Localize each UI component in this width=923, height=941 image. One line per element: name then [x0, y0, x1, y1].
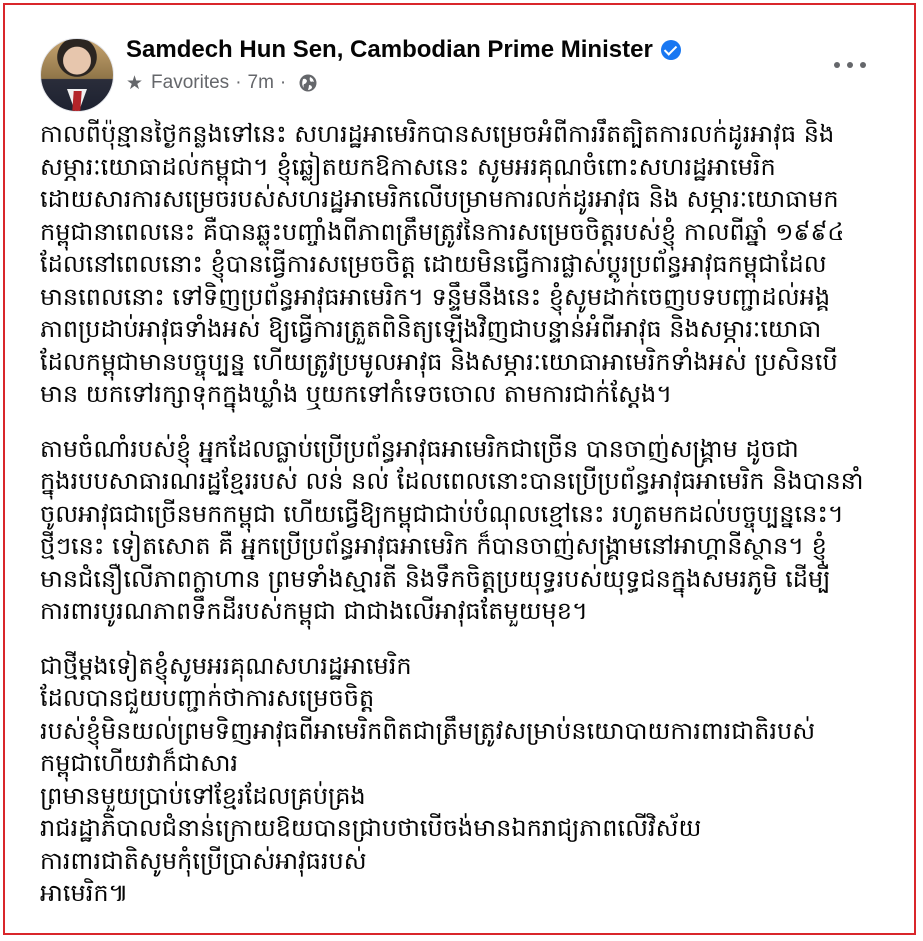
post-text-line: ភាពប្រដាប់អាវុធទាំងអស់ ឱ្យធ្វើការត្រួតពិ… — [40, 315, 822, 343]
facebook-post: Samdech Hun Sen, Cambodian Prime Ministe… — [0, 0, 923, 941]
globe-icon — [298, 73, 318, 93]
post-text-line: ការពារបូរណភាពទឹកដីរបស់កម្ពុជា ជាជាងលើអាវ… — [40, 597, 588, 625]
post-text-line: ព្រមានមួយប្រាប់ទៅខ្មែរដែលគ្រប់គ្រង — [40, 781, 366, 810]
verified-badge-icon — [660, 40, 681, 60]
post-text-line: ការពារជាតិសូមកុំប្រើប្រាស់អាវុធរបស់ — [40, 846, 367, 875]
post-text-line: តាមចំណាំរបស់ខ្ញុំ អ្នកដែលធ្លាប់ប្រើប្រព័… — [40, 434, 799, 463]
post-text-line: អាមេរិក៕ — [40, 879, 129, 907]
post-timestamp[interactable]: 7m — [248, 72, 274, 94]
post-text-line: រាជរដ្ឋាភិបាលជំនាន់ក្រោយឱយបានជ្រាបថាបើចង… — [40, 814, 702, 842]
more-options-icon[interactable] — [830, 50, 870, 80]
audience-label[interactable]: Favorites — [151, 72, 229, 94]
post-text-line: ដែលនៅពេលនោះ ខ្ញុំបានធ្វើការសម្រេចចិត្ត ដ… — [40, 250, 827, 278]
post-paragraph: កាលពីប៉ុន្មានថ្ងៃកន្លងទៅនេះ សហរដ្ឋអាមេរិ… — [40, 118, 890, 411]
author-avatar[interactable] — [40, 38, 114, 112]
post-text-line: ជាថ្មីម្តងទៀតខ្ញុំសូមអរគុណសហរដ្ឋអាមេរិក — [40, 651, 412, 680]
post-body: កាលពីប៉ុន្មានថ្ងៃកន្លងទៅនេះ សហរដ្ឋអាមេរិ… — [40, 118, 890, 932]
post-text-line: មាន យកទៅរក្សាទុកក្នុងឃ្លាំង ឬយកទៅកំទេចចោ… — [40, 380, 673, 408]
post-text-line: កម្ពុជាហើយវាក៏ជាសារ — [40, 749, 239, 777]
post-text-line: ក្នុងរបបសាធារណរដ្ឋខ្មែររបស់ លន់ នល់ ដែលព… — [40, 467, 864, 495]
post-text-line: ដែលកម្ពុជាមានបច្ចុប្បន្ន ហើយត្រូវប្រមូលអ… — [40, 347, 838, 376]
post-text-line: កាលពីប៉ុន្មានថ្ងៃកន្លងទៅនេះ សហរដ្ឋអាមេរិ… — [40, 120, 835, 148]
more-dot — [860, 62, 866, 68]
post-text-line: កម្ពុជានាពេលនេះ គឺបានឆ្លុះបញ្ចាំងពីភាពត្… — [40, 217, 845, 246]
post-paragraph: តាមចំណាំរបស់ខ្ញុំ អ្នកដែលធ្លាប់ប្រើប្រព័… — [40, 433, 890, 628]
more-dot — [834, 62, 840, 68]
more-dot — [847, 62, 853, 68]
author-name[interactable]: Samdech Hun Sen, Cambodian Prime Ministe… — [126, 36, 653, 64]
post-text-line: របស់ខ្ញុំមិនយល់ព្រមទិញអាវុធពីអាមេរិកពិតជ… — [40, 716, 816, 745]
post-text-line: សម្ភារៈយោធាដល់កម្ពុជា។ ខ្ញុំឆ្លៀតយកឱកាសន… — [40, 152, 776, 181]
post-paragraph: ជាថ្មីម្តងទៀតខ្ញុំសូមអរគុណសហរដ្ឋអាមេរិកដ… — [40, 650, 890, 910]
meta-separator: · — [235, 72, 242, 93]
avatar-tie — [72, 91, 82, 111]
author-row: Samdech Hun Sen, Cambodian Prime Ministe… — [126, 35, 681, 65]
post-text-line: ដោយសារការសម្រេចរបស់សហរដ្ឋអាមេរិកលើបម្រាម… — [40, 185, 839, 213]
post-text-line: ចូលអាវុធជាច្រើនមកកម្ពុជា ហើយធ្វើឱ្យកម្ពុ… — [40, 499, 844, 528]
meta-separator-2: · — [279, 72, 287, 93]
post-meta: ★ Favorites · 7m · — [126, 70, 318, 96]
post-text-line: មានជំនឿលើភាពក្លាហាន ព្រមទាំងស្មារតី និងទ… — [40, 564, 831, 593]
post-text-line: ដែលបានជួយបញ្ជាក់ថាការសម្រេចចិត្ត — [40, 684, 375, 712]
post-text-line: ថ្មីៗនេះ ទៀតសោត គឺ អ្នកប្រើប្រព័ន្ធអាវុធ… — [40, 532, 827, 560]
post-text-line: មានពេលនោះ ទៅទិញប្រព័ន្ធអាវុធអាមេរិក។ ទន្… — [40, 282, 831, 311]
star-icon: ★ — [126, 72, 144, 94]
